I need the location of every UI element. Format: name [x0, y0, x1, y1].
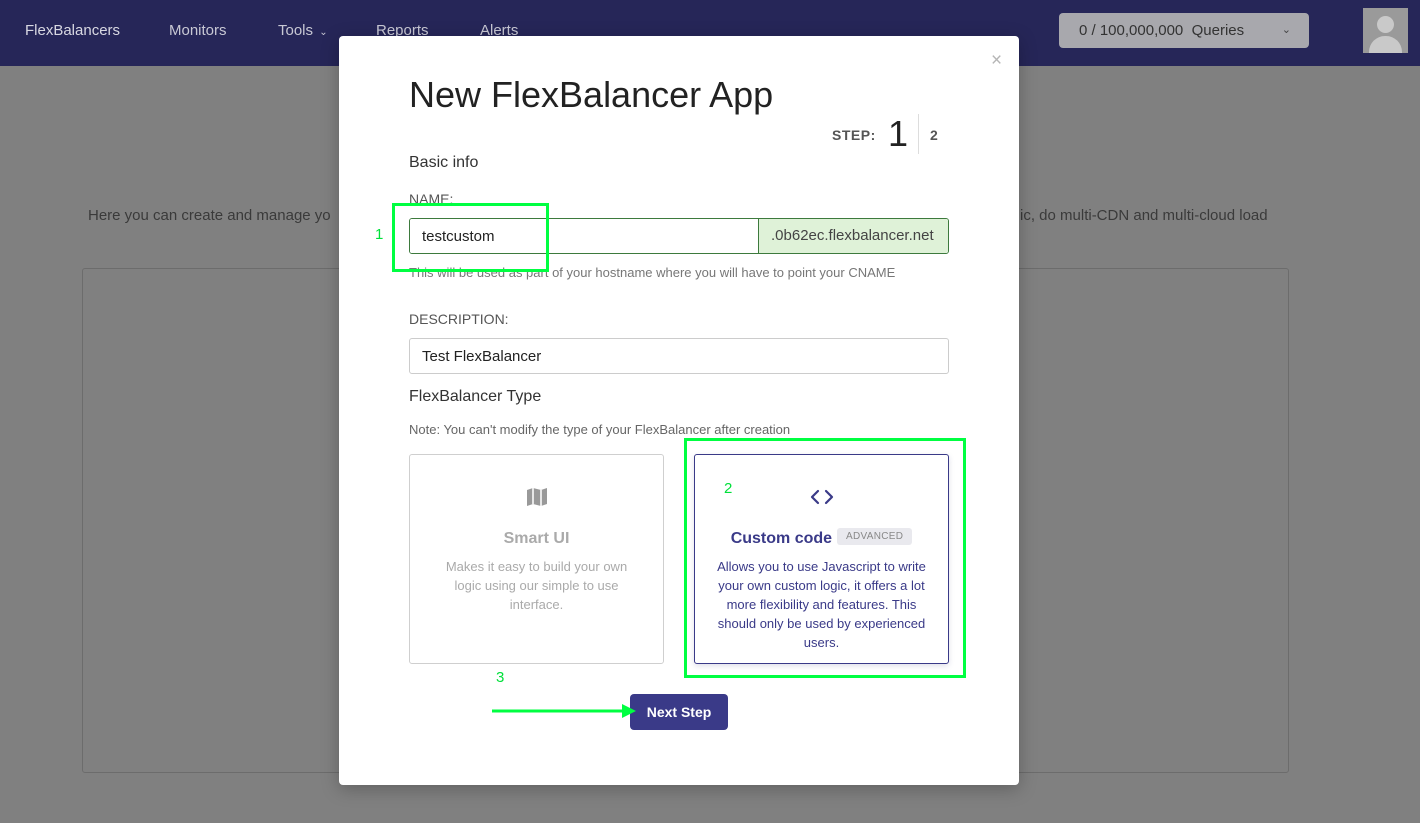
step-next[interactable]: 2	[930, 127, 938, 143]
annotation-arrow-icon	[492, 704, 636, 718]
annotation-number-3: 3	[496, 669, 505, 686]
intro-text-right: ic, do multi-CDN and multi-cloud load	[1020, 207, 1268, 224]
description-input[interactable]	[409, 338, 949, 374]
description-label: DESCRIPTION:	[409, 311, 509, 327]
avatar-head-shape	[1377, 16, 1394, 33]
modal-title: New FlexBalancer App	[409, 74, 774, 115]
nav-tools-label: Tools	[278, 22, 314, 39]
step-current: 1	[888, 113, 909, 154]
annotation-number-1: 1	[375, 226, 384, 243]
close-icon[interactable]: ×	[991, 50, 1002, 72]
map-icon	[410, 485, 663, 509]
nav-monitors[interactable]: Monitors	[169, 22, 227, 39]
step-divider	[918, 114, 919, 154]
chevron-down-icon: ⌄	[319, 27, 328, 38]
avatar-body-shape	[1369, 36, 1402, 53]
queries-dropdown[interactable]: 0 / 100,000,000 Queries ⌄	[1059, 13, 1309, 48]
annotation-number-2: 2	[724, 480, 733, 497]
next-step-button[interactable]: Next Step	[630, 694, 728, 730]
annotation-box-custom	[684, 438, 966, 678]
annotation-box-name	[392, 203, 549, 272]
intro-text-left: Here you can create and manage yo	[88, 207, 331, 224]
hostname-suffix: .0b62ec.flexbalancer.net	[758, 219, 948, 253]
smart-ui-description: Makes it easy to build your own logic us…	[445, 559, 628, 612]
brand-link[interactable]: FlexBalancers	[25, 22, 120, 39]
basic-info-heading: Basic info	[409, 154, 479, 171]
type-heading: FlexBalancer Type	[409, 388, 542, 405]
smart-ui-card[interactable]: Smart UI Makes it easy to build your own…	[409, 454, 664, 664]
avatar[interactable]	[1363, 8, 1408, 53]
type-note: Note: You can't modify the type of your …	[409, 422, 791, 437]
step-label: STEP:	[832, 127, 876, 143]
nav-tools[interactable]: Tools ⌄	[278, 22, 328, 39]
smart-ui-title: Smart UI	[503, 530, 570, 547]
queries-count: 0 / 100,000,000 Queries	[1079, 22, 1245, 39]
chevron-down-icon: ⌄	[1281, 24, 1291, 36]
